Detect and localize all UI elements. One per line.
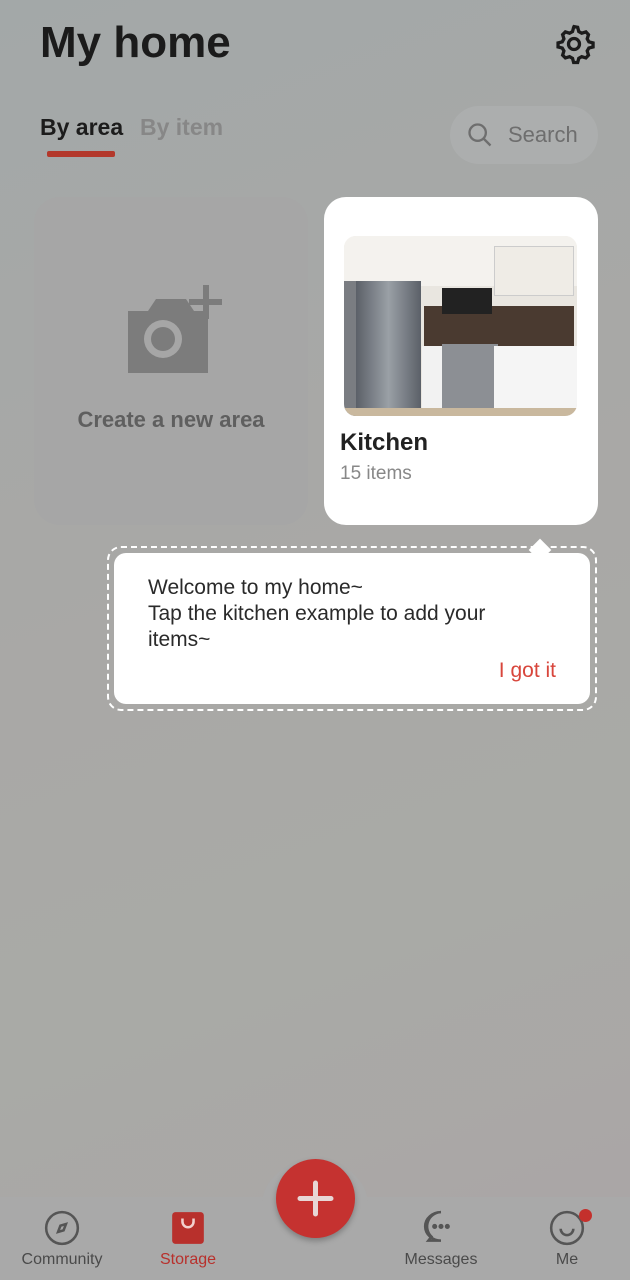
nav-label: Messages [404, 1251, 478, 1268]
chat-icon [423, 1210, 450, 1242]
nav-storage[interactable]: Storage [138, 1209, 238, 1269]
gear-icon[interactable] [552, 22, 596, 66]
tooltip-line-2: Tap the kitchen example to add your item… [148, 602, 486, 651]
bag-icon [172, 1212, 204, 1244]
nav-me[interactable]: Me [517, 1209, 617, 1269]
got-it-button[interactable]: I got it [499, 658, 556, 684]
search-icon [468, 123, 492, 147]
search-input[interactable]: Search [450, 106, 598, 164]
tab-by-item[interactable]: By item [140, 114, 223, 141]
nav-label: Storage [159, 1251, 217, 1268]
search-placeholder: Search [508, 122, 578, 147]
add-button[interactable] [276, 1159, 355, 1238]
area-card-kitchen[interactable]: Kitchen 15 items [324, 197, 598, 525]
tooltip-line-1: Welcome to my home~ [148, 576, 363, 599]
nav-label: Community [21, 1251, 103, 1268]
create-area-card[interactable]: Create a new area [34, 197, 308, 525]
nav-label: Me [555, 1251, 579, 1268]
camera-add-icon [128, 285, 222, 373]
create-area-label: Create a new area [77, 407, 265, 432]
tab-by-area[interactable]: By area [40, 114, 123, 141]
compass-icon [44, 1210, 80, 1246]
kitchen-image [344, 236, 577, 416]
active-tab-indicator [47, 151, 115, 157]
nav-messages[interactable]: Messages [391, 1209, 491, 1269]
area-item-count: 15 items [340, 463, 412, 484]
page-title: My home [40, 18, 231, 67]
nav-community[interactable]: Community [12, 1209, 112, 1269]
area-name: Kitchen [340, 429, 429, 456]
notification-badge [579, 1209, 592, 1222]
welcome-tooltip: Welcome to my home~ Tap the kitchen exam… [114, 553, 590, 704]
plus-icon [297, 1180, 334, 1217]
